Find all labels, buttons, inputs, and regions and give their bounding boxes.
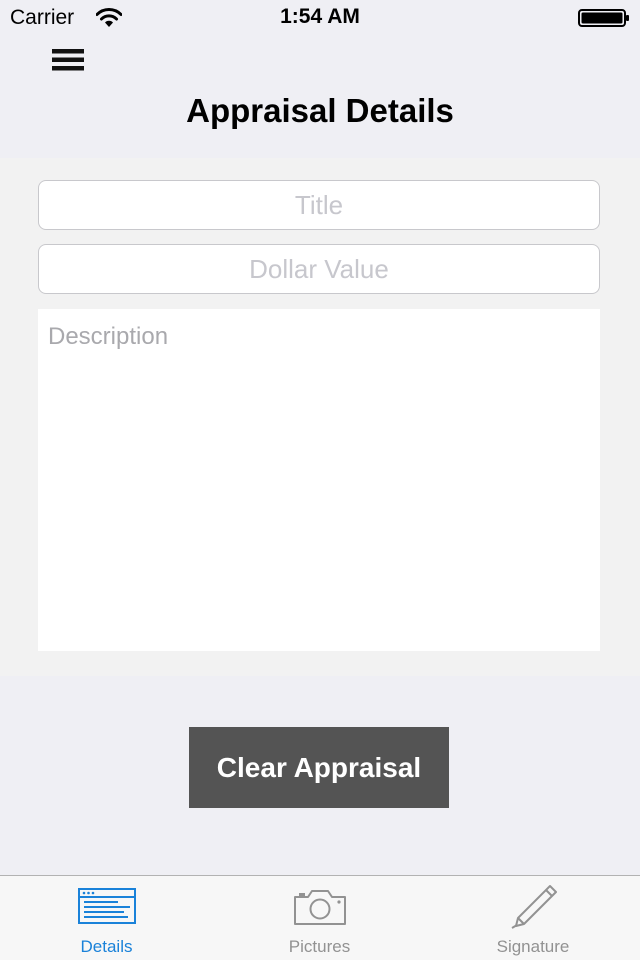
tab-bar: Details Pictures Signature: [0, 875, 640, 960]
page-title: Appraisal Details: [186, 92, 454, 129]
app-screen: Carrier 1:54 AM Appraisal Details Clear …: [0, 0, 640, 960]
document-window-icon: [77, 888, 136, 924]
tab-details[interactable]: Details: [0, 876, 213, 960]
battery-icon: [578, 9, 629, 27]
dollar-value-input[interactable]: [38, 244, 600, 294]
clear-appraisal-button[interactable]: Clear Appraisal: [189, 727, 449, 808]
tab-signature-label: Signature: [496, 937, 570, 956]
hamburger-menu-icon[interactable]: [50, 46, 86, 74]
tab-signature[interactable]: Signature: [426, 876, 640, 960]
description-textarea[interactable]: [38, 309, 600, 651]
status-time: 1:54 AM: [280, 5, 360, 28]
tab-pictures[interactable]: Pictures: [213, 876, 426, 960]
pen-icon: [511, 885, 557, 929]
tab-details-label: Details: [80, 937, 133, 956]
title-input[interactable]: [38, 180, 600, 230]
clear-appraisal-label: Clear Appraisal: [216, 751, 422, 783]
camera-icon: [293, 890, 346, 925]
status-bar: Carrier 1:54 AM: [0, 0, 640, 40]
tab-pictures-label: Pictures: [288, 937, 351, 956]
